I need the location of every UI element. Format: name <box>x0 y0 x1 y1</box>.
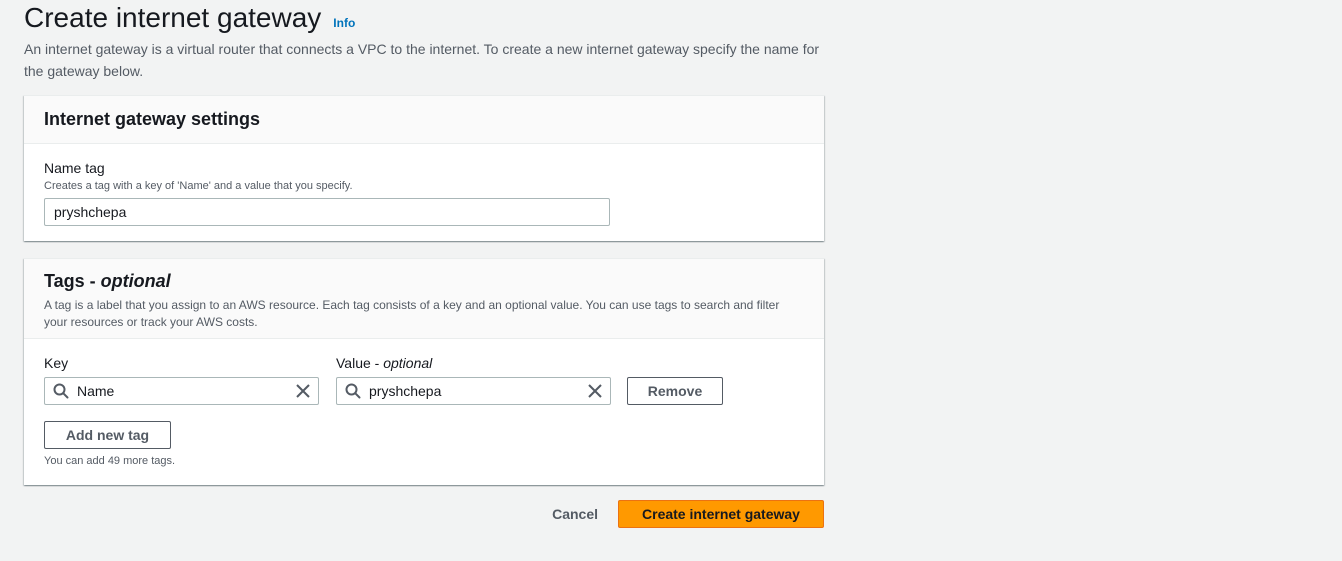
tag-row: Key Name Value - optional pryshchepa Rem… <box>44 353 804 405</box>
form-actions: Cancel Create internet gateway <box>24 500 824 528</box>
add-new-tag-button[interactable]: Add new tag <box>44 421 171 449</box>
value-label-optional: optional <box>383 355 433 371</box>
name-tag-hint: Creates a tag with a key of 'Name' and a… <box>44 180 353 192</box>
tag-value-input[interactable]: pryshchepa <box>336 377 611 405</box>
name-tag-label: Name tag <box>44 160 105 176</box>
settings-panel-header: Internet gateway settings <box>24 96 824 144</box>
tags-panel: Tags - optional A tag is a label that yo… <box>24 258 824 485</box>
tag-limit-text: You can add 49 more tags. <box>44 455 176 467</box>
create-internet-gateway-page: Create internet gateway Info An internet… <box>0 0 1342 561</box>
title-row: Create internet gateway Info <box>24 0 824 36</box>
tags-title-optional: optional <box>100 271 171 291</box>
tags-panel-title: Tags - optional <box>44 271 804 292</box>
internet-gateway-settings-panel: Internet gateway settings Name tag Creat… <box>24 95 824 241</box>
tag-value-column: Value - optional pryshchepa <box>336 353 611 405</box>
value-label-text: Value - <box>336 355 384 371</box>
search-icon <box>45 383 77 399</box>
search-icon <box>337 383 369 399</box>
page-header: Create internet gateway Info An internet… <box>24 0 824 82</box>
value-label: Value - optional <box>336 353 611 373</box>
tag-key-column: Key Name <box>44 353 319 405</box>
clear-value-icon[interactable] <box>580 383 610 399</box>
name-tag-input[interactable] <box>44 198 610 226</box>
info-link[interactable]: Info <box>333 16 355 30</box>
page-description: An internet gateway is a virtual router … <box>24 41 820 79</box>
remove-tag-button[interactable]: Remove <box>627 377 723 405</box>
clear-key-icon[interactable] <box>288 383 318 399</box>
page-title: Create internet gateway <box>24 2 322 33</box>
tags-panel-description: A tag is a label that you assign to an A… <box>44 298 780 329</box>
tags-title-text: Tags - <box>44 271 101 291</box>
tag-value-value: pryshchepa <box>369 383 442 399</box>
tags-panel-header: Tags - optional A tag is a label that yo… <box>24 259 824 339</box>
tags-panel-body: Key Name Value - optional pryshchepa Rem… <box>24 339 824 467</box>
key-label: Key <box>44 355 69 371</box>
settings-panel-title: Internet gateway settings <box>44 109 261 129</box>
tag-key-input[interactable]: Name <box>44 377 319 405</box>
cancel-button[interactable]: Cancel <box>552 500 598 528</box>
settings-panel-body: Name tag Creates a tag with a key of 'Na… <box>24 144 824 226</box>
create-internet-gateway-button[interactable]: Create internet gateway <box>618 500 824 528</box>
tag-key-value: Name <box>77 383 115 399</box>
